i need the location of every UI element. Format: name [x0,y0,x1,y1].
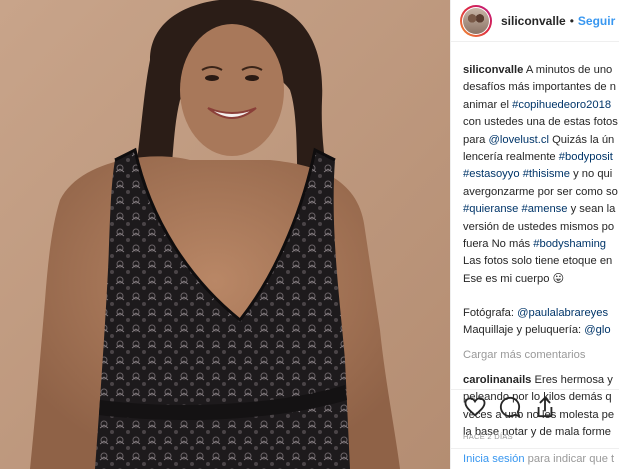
post-header: siliconvalle • Seguir [451,0,619,42]
like-button[interactable] [463,395,487,419]
text-segment: Las fotos solo tiene etoque en [463,255,613,268]
caption-line: desafíos más importantes de n [463,79,619,96]
hashtag-link[interactable]: #thisisme [523,168,570,180]
text-segment: A minutos de uno [523,64,613,76]
text-segment: Ese es mi cuerpo [463,272,553,285]
text-segment: versión de ustedes mismos po [463,220,615,233]
login-link[interactable]: Inicia sesión [463,453,525,465]
text-segment: 😛 [552,272,565,285]
hashtag-link[interactable]: @paulalabrareyes [517,307,608,319]
caption-line: Las fotos solo tiene etoque en [463,253,619,270]
separator-dot: • [569,13,574,28]
text-segment: avergonzarme por ser como so [463,185,618,198]
login-prompt: Inicia sesión para indicar que t [451,448,619,469]
text-segment: desafíos más importantes de n [463,81,616,94]
caption-line: #estasoyyo #thisisme y no qui [463,166,619,183]
text-segment: Quizás la ún [548,133,615,146]
caption-line: lencería realmente #bodyposit [463,149,619,166]
post-caption: siliconvalle A minutos de uno desafíos má… [463,62,619,288]
post-side-panel: siliconvalle • Seguir siliconvalle A min… [450,0,619,469]
hashtag-link[interactable]: @lovelust.cl [489,134,549,146]
post-image [0,0,450,469]
comments-area: siliconvalle A minutos de uno desafíos má… [463,62,619,441]
username-link[interactable]: siliconvalle [463,64,523,76]
hashtag-link[interactable]: #copihuedeoro2018 [512,99,611,111]
caption-line: Ese es mi cuerpo 😛 [463,271,619,288]
text-segment: Eres hermosa y [531,373,613,386]
post-photo[interactable] [0,0,450,469]
post-credits: Fotógrafa: @paulalabrareyes Maquillaje y … [463,305,619,340]
comment-icon [499,396,521,418]
caption-line: para @lovelust.cl Quizás la ún [463,132,619,149]
text-segment: fuera No más [463,237,534,250]
credit-line: Maquillaje y peluquería: @glo [463,322,619,339]
credit-line: Fotógrafa: @paulalabrareyes [463,305,619,322]
hashtag-link[interactable]: #estasoyyo [463,168,520,180]
avatar[interactable] [460,4,492,37]
heart-icon [464,397,486,417]
load-more-comments-button[interactable]: Cargar más comentarios [463,346,619,364]
text-segment: y no qui [569,168,613,181]
username-link[interactable]: carolinanails [463,374,531,386]
comment-button[interactable] [498,395,522,419]
share-button[interactable] [533,395,557,419]
text-segment: y sean la [567,203,616,216]
text-segment: para [463,133,489,146]
comment-line: carolinanails Eres hermosa y [463,372,619,389]
text-segment: animar el [463,98,513,111]
follow-button[interactable]: Seguir [578,14,615,28]
text-segment: con ustedes una de estas fotos [463,116,618,129]
username-link[interactable]: siliconvalle [501,14,566,28]
login-prompt-text: para indicar que t [524,453,615,465]
caption-line: fuera No más #bodyshaming [463,236,619,253]
post-actions [451,389,619,424]
caption-line: animar el #copihuedeoro2018 [463,97,619,114]
avatar-image [463,7,489,34]
hashtag-link[interactable]: #bodyshaming [533,238,606,250]
caption-line: #quieranse #amense y sean la [463,201,619,218]
text-segment: lencería realmente [463,150,559,163]
text-segment: Maquillaje y peluquería: [463,324,585,337]
post-timestamp[interactable]: HACE 2 DÍAS [463,432,513,441]
share-icon [537,396,553,418]
hashtag-link[interactable]: #quieranse [463,203,518,215]
hashtag-link[interactable]: #bodyposit [559,151,613,163]
hashtag-link[interactable]: @glo [584,324,610,336]
caption-line: versión de ustedes mismos po [463,219,619,236]
caption-line: con ustedes una de estas fotos [463,114,619,131]
hashtag-link[interactable]: #amense [521,203,567,215]
text-segment: Fotógrafa: [463,307,518,320]
caption-line: avergonzarme por ser como so [463,184,619,201]
caption-line: siliconvalle A minutos de uno [463,62,619,79]
